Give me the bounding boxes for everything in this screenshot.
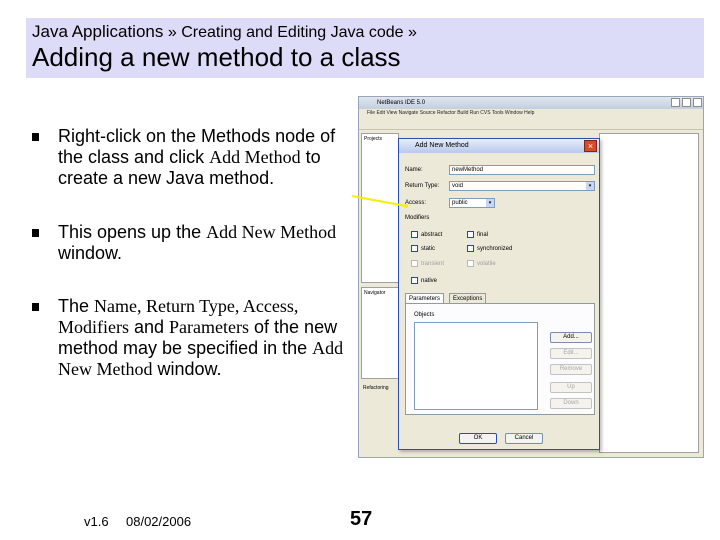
- refactoring-panel[interactable]: Refactoring: [361, 383, 399, 395]
- page-title: Adding a new method to a class: [32, 42, 401, 72]
- tab-exceptions[interactable]: Exceptions: [449, 293, 487, 303]
- ide-toolbar[interactable]: [359, 118, 703, 130]
- breadcrumb-main: Java Applications: [32, 22, 164, 41]
- transient-checkbox[interactable]: transient: [411, 260, 444, 268]
- name-field[interactable]: newMethod: [449, 165, 595, 175]
- synchronized-checkbox[interactable]: synchronized: [467, 245, 512, 253]
- breadcrumb-sub: Creating and Editing Java code: [181, 24, 404, 41]
- access-value: public: [452, 200, 468, 206]
- bullet-item: The Name, Return Type, Access, Modifiers…: [30, 296, 360, 380]
- return-type-value: void: [452, 183, 464, 189]
- dialog-title: Add New Method: [399, 139, 599, 153]
- bullet-text: and: [129, 317, 170, 337]
- remove-button[interactable]: Remove: [550, 364, 592, 375]
- bullet-text: The: [58, 296, 95, 316]
- maximize-icon[interactable]: [682, 98, 691, 107]
- bullet-item: This opens up the Add New Method window.: [30, 222, 360, 264]
- editor-panel[interactable]: [599, 133, 699, 453]
- bullet-term: Add New Method: [206, 222, 337, 242]
- close-icon[interactable]: [693, 98, 702, 107]
- checkbox-label: volatile: [477, 261, 496, 267]
- bullet-term: Add Method: [209, 147, 301, 167]
- breadcrumb: Java Applications » Creating and Editing…: [32, 22, 417, 42]
- bullet-marker: [32, 229, 39, 237]
- ok-button[interactable]: OK: [459, 433, 497, 444]
- bullet-marker: [32, 133, 39, 141]
- footer-version: v1.6: [84, 514, 109, 529]
- edit-button[interactable]: Edit...: [550, 348, 592, 359]
- access-combo[interactable]: public ▾: [449, 198, 495, 208]
- modifiers-label: Modifiers: [405, 215, 430, 221]
- up-button[interactable]: Up: [550, 382, 592, 393]
- return-type-combo[interactable]: void ▾: [449, 181, 595, 191]
- bullet-text: This opens up the: [58, 222, 207, 242]
- bullet-text: window.: [58, 243, 123, 263]
- checkbox-label: abstract: [421, 232, 443, 238]
- minimize-icon[interactable]: [671, 98, 680, 107]
- objects-list[interactable]: [414, 322, 538, 410]
- checkbox-label: static: [421, 246, 436, 252]
- bullet-marker: [32, 303, 39, 311]
- navigator-panel[interactable]: Navigator: [361, 287, 399, 379]
- bullet-item: Right-click on the Methods node of the c…: [30, 126, 360, 189]
- down-button[interactable]: Down: [550, 398, 592, 409]
- ide-menubar[interactable]: File Edit View Navigate Source Refactor …: [359, 109, 703, 118]
- bullet-term: Parameters: [169, 317, 250, 337]
- checkbox-label: synchronized: [477, 246, 513, 252]
- ide-titlebar: NetBeans IDE 5.0: [359, 97, 703, 109]
- chevron-down-icon[interactable]: ▾: [586, 182, 594, 190]
- parameters-panel: Objects Add... Edit... Remove Up Down: [405, 303, 595, 415]
- checkbox-box[interactable]: [411, 260, 418, 267]
- dialog-close-button[interactable]: ×: [584, 140, 597, 152]
- native-checkbox[interactable]: native: [411, 277, 437, 285]
- checkbox-box[interactable]: [411, 277, 418, 284]
- checkbox-box[interactable]: [467, 231, 474, 238]
- static-checkbox[interactable]: static: [411, 245, 435, 253]
- navigator-label: Navigator: [364, 290, 386, 296]
- checkbox-box[interactable]: [467, 260, 474, 267]
- checkbox-label: final: [477, 232, 489, 238]
- checkbox-box[interactable]: [467, 245, 474, 252]
- slide-header: Java Applications » Creating and Editing…: [26, 18, 704, 78]
- checkbox-label: native: [421, 278, 438, 284]
- access-label: Access:: [405, 200, 427, 206]
- cancel-button[interactable]: Cancel: [505, 433, 543, 444]
- final-checkbox[interactable]: final: [467, 231, 488, 239]
- add-new-method-dialog: Add New Method × Name: newMethod Return …: [398, 138, 600, 450]
- projects-label: Projects: [364, 136, 383, 142]
- abstract-checkbox[interactable]: abstract: [411, 231, 442, 239]
- add-button[interactable]: Add...: [550, 332, 592, 343]
- breadcrumb-separator: »: [167, 24, 177, 41]
- checkbox-box[interactable]: [411, 231, 418, 238]
- footer-date: 08/02/2006: [126, 514, 192, 529]
- bullet-text: window.: [152, 359, 222, 379]
- chevron-down-icon[interactable]: ▾: [486, 199, 494, 207]
- name-label: Name:: [405, 167, 423, 173]
- page-number: 57: [350, 508, 373, 530]
- volatile-checkbox[interactable]: volatile: [467, 260, 496, 268]
- breadcrumb-separator: »: [408, 24, 417, 41]
- objects-label: Objects: [414, 312, 435, 318]
- return-type-label: Return Type:: [405, 183, 440, 189]
- checkbox-label: transient: [421, 261, 445, 267]
- projects-panel[interactable]: Projects: [361, 133, 399, 283]
- checkbox-box[interactable]: [411, 245, 418, 252]
